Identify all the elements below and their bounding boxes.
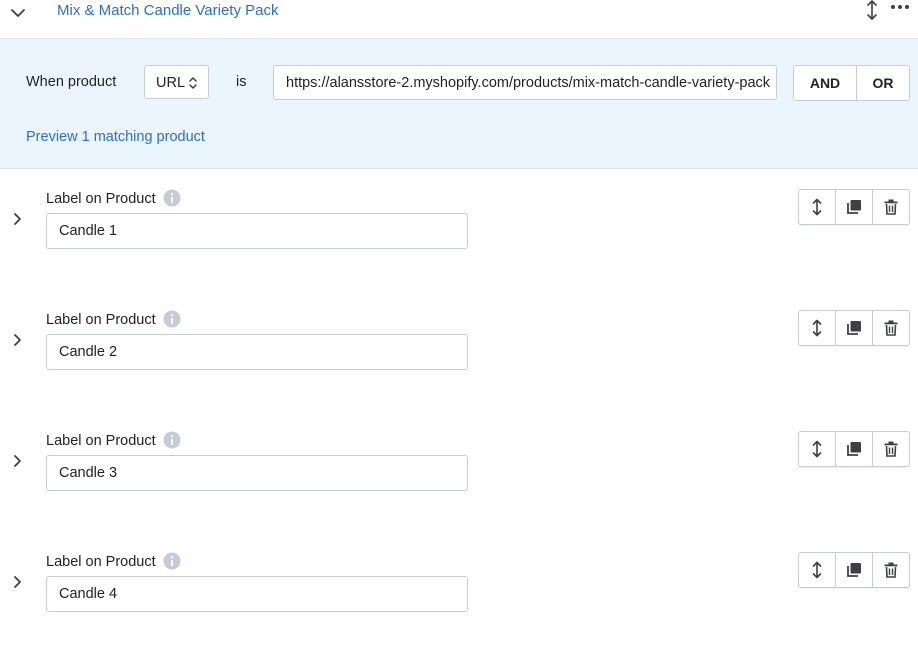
duplicate-button[interactable]	[836, 432, 873, 466]
row-actions	[798, 552, 910, 588]
delete-button[interactable]	[873, 311, 909, 345]
label-row: Label on Product Candle 4	[0, 532, 918, 653]
label-input-value: Candle 2	[59, 344, 118, 360]
label-input[interactable]: Candle 4	[46, 576, 468, 612]
row-actions	[798, 310, 910, 346]
vertical-arrows-icon	[812, 561, 822, 579]
section-title-link[interactable]: Mix & Match Candle Variety Pack	[57, 2, 278, 20]
more-options-icon[interactable]	[890, 2, 910, 12]
row-actions	[798, 431, 910, 467]
preview-matching-link[interactable]: Preview 1 matching product	[26, 129, 205, 145]
duplicate-icon	[847, 563, 861, 577]
url-input-value: https://alansstore-2.myshopify.com/produ…	[286, 75, 771, 91]
condition-panel: When product URL is https://alansstore-2…	[0, 39, 918, 169]
chevron-right-icon[interactable]	[10, 211, 24, 227]
duplicate-button[interactable]	[836, 311, 873, 345]
field-label: Label on Product	[46, 312, 156, 328]
chevron-right-icon[interactable]	[10, 574, 24, 590]
label-row: Label on Product Candle 3	[0, 411, 918, 533]
duplicate-icon	[847, 321, 861, 335]
label-input-value: Candle 4	[59, 586, 118, 602]
delete-button[interactable]	[873, 190, 909, 224]
or-button[interactable]: OR	[857, 66, 909, 100]
duplicate-icon	[847, 442, 861, 456]
chevron-down-icon[interactable]	[9, 4, 27, 22]
operator-label: is	[236, 74, 247, 90]
chevron-right-icon[interactable]	[10, 332, 24, 348]
field-label: Label on Product	[46, 433, 156, 449]
duplicate-icon	[847, 200, 861, 214]
info-icon[interactable]	[163, 310, 181, 328]
logic-toggle: AND OR	[793, 65, 910, 101]
trash-icon	[884, 562, 898, 578]
vertical-arrows-icon	[812, 198, 822, 216]
duplicate-button[interactable]	[836, 190, 873, 224]
field-select-value: URL	[156, 75, 186, 91]
label-input[interactable]: Candle 1	[46, 213, 468, 249]
select-arrows-icon	[189, 77, 197, 89]
info-icon[interactable]	[163, 431, 181, 449]
trash-icon	[884, 441, 898, 457]
field-label: Label on Product	[46, 554, 156, 570]
section-header: Mix & Match Candle Variety Pack	[0, 0, 918, 39]
label-input-value: Candle 3	[59, 465, 118, 481]
delete-button[interactable]	[873, 553, 909, 587]
trash-icon	[884, 199, 898, 215]
label-row: Label on Product Candle 1	[0, 169, 918, 291]
trash-icon	[884, 320, 898, 336]
row-actions	[798, 189, 910, 225]
reorder-button[interactable]	[799, 311, 836, 345]
reorder-button[interactable]	[799, 190, 836, 224]
reorder-button[interactable]	[799, 432, 836, 466]
delete-button[interactable]	[873, 432, 909, 466]
and-button[interactable]: AND	[794, 66, 857, 100]
vertical-arrows-icon	[812, 440, 822, 458]
info-icon[interactable]	[163, 189, 181, 207]
field-select[interactable]: URL	[144, 65, 209, 99]
url-input[interactable]: https://alansstore-2.myshopify.com/produ…	[273, 65, 777, 100]
label-input-value: Candle 1	[59, 223, 118, 239]
label-row: Label on Product Candle 2	[0, 290, 918, 412]
vertical-arrows-icon	[812, 319, 822, 337]
info-icon[interactable]	[163, 552, 181, 570]
field-label: Label on Product	[46, 191, 156, 207]
reorder-icon[interactable]	[863, 0, 881, 20]
when-product-label: When product	[26, 74, 117, 90]
label-input[interactable]: Candle 3	[46, 455, 468, 491]
label-input[interactable]: Candle 2	[46, 334, 468, 370]
chevron-right-icon[interactable]	[10, 453, 24, 469]
reorder-button[interactable]	[799, 553, 836, 587]
duplicate-button[interactable]	[836, 553, 873, 587]
